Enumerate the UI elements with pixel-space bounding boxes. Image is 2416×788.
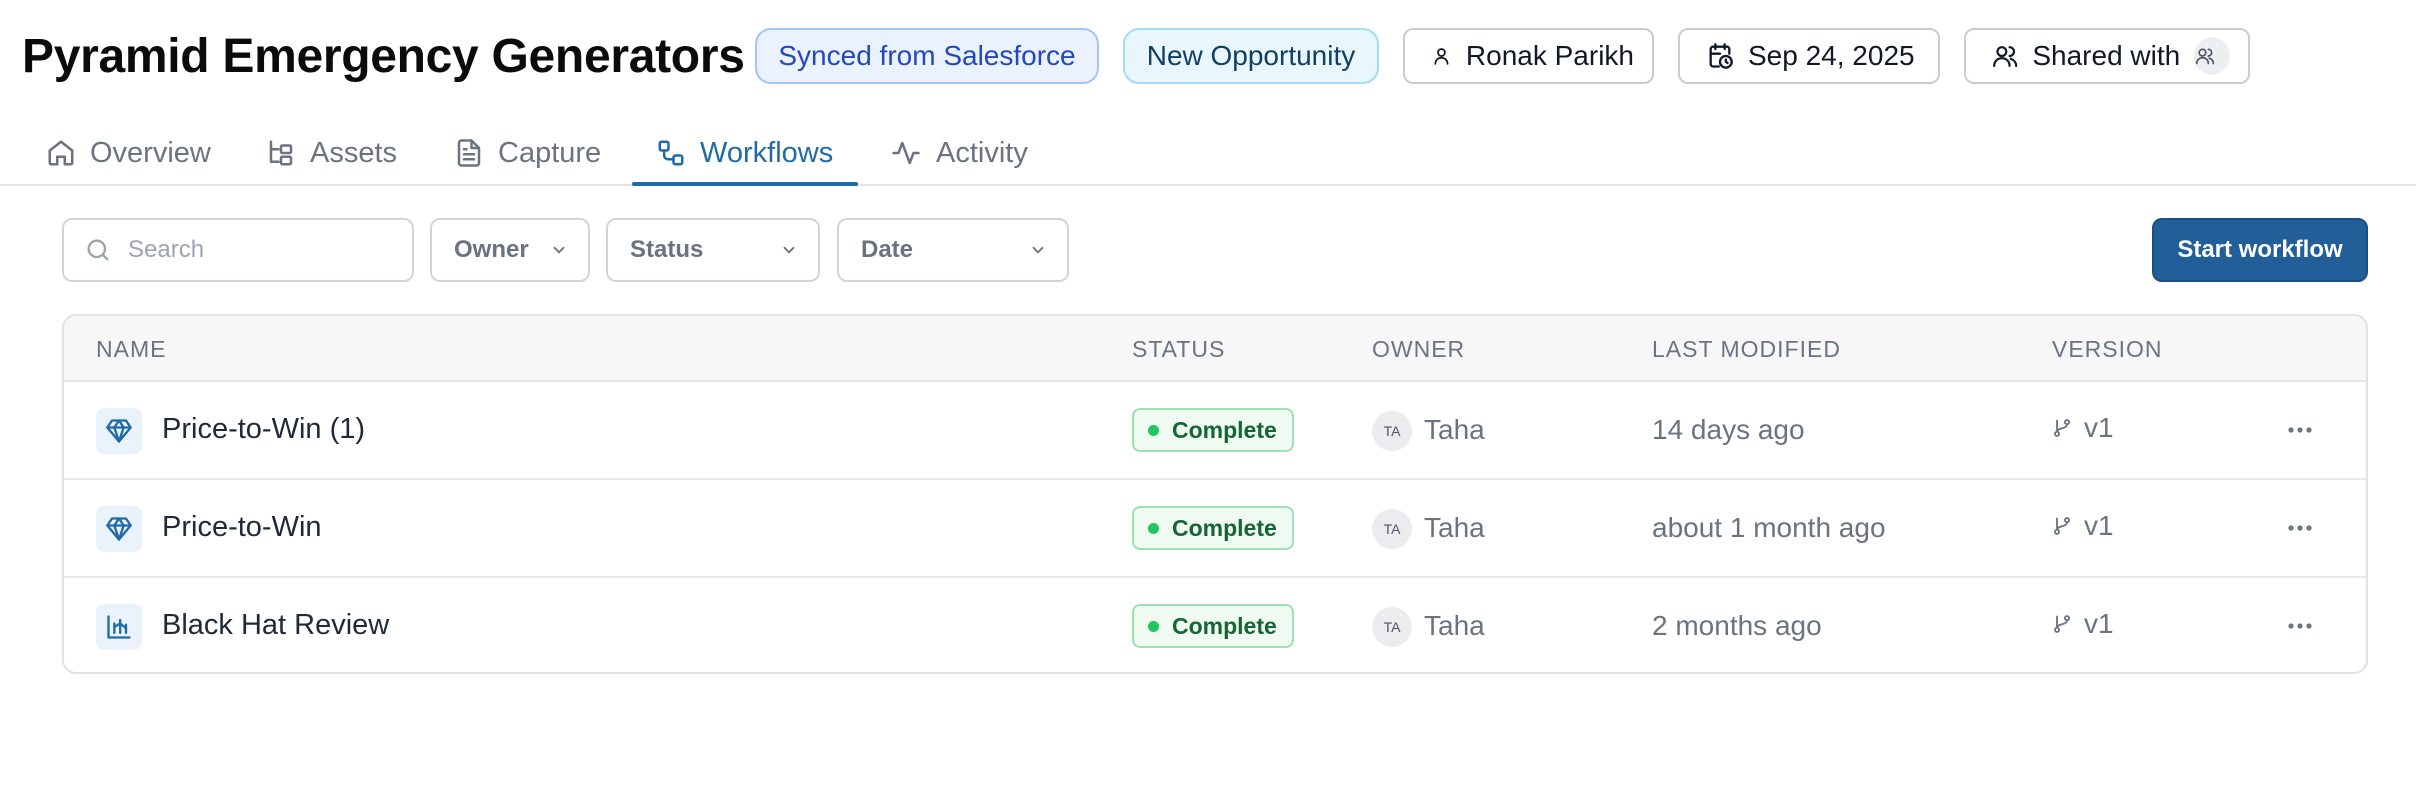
column-header-owner: OWNER — [1372, 336, 1466, 362]
more-options-button[interactable] — [2280, 510, 2320, 546]
table-row[interactable]: Black Hat Review Complete TA Taha 2 mont… — [64, 578, 2366, 672]
diamond-icon — [96, 506, 142, 552]
search-icon — [87, 239, 109, 261]
document-icon — [457, 139, 481, 167]
tab-label: Capture — [498, 136, 602, 169]
date-button[interactable]: Sep 24, 2025 — [1678, 28, 1940, 84]
tab-bar: Overview Assets Capture Workflows Activi… — [0, 120, 2416, 186]
git-branch-icon — [2054, 419, 2070, 437]
home-icon — [48, 140, 74, 166]
avatar: TA — [1372, 411, 1412, 451]
sync-badge: Synced from Salesforce — [755, 28, 1099, 84]
date-label: Sep 24, 2025 — [1748, 40, 1915, 71]
table-header: NAME STATUS OWNER LAST MODIFIED VERSION — [64, 316, 2366, 382]
owner-name: Taha — [1424, 610, 1485, 641]
table-row[interactable]: Price-to-Win (1) Complete TA Taha 14 day… — [64, 382, 2366, 480]
tree-icon — [269, 140, 293, 166]
chart-icon — [96, 604, 142, 650]
date-filter-dropdown[interactable]: Date — [837, 218, 1069, 282]
git-branch-icon — [2054, 517, 2070, 535]
version-cell: v1 — [2052, 412, 2114, 444]
stage-badge: New Opportunity — [1123, 28, 1379, 84]
owner-filter-label: Owner — [454, 236, 529, 263]
more-options-button[interactable] — [2280, 608, 2320, 644]
chevron-down-icon — [553, 246, 565, 254]
status-filter-label: Status — [630, 236, 704, 263]
owner-button[interactable]: Ronak Parikh — [1403, 28, 1654, 84]
page-title: Pyramid Emergency Generators — [22, 29, 745, 83]
version-label: v1 — [2084, 412, 2114, 443]
diamond-icon — [96, 408, 142, 454]
status-label: Complete — [1172, 416, 1277, 443]
status-dot — [1148, 522, 1159, 534]
column-header-name: NAME — [96, 336, 167, 362]
column-header-version: VERSION — [2052, 336, 2163, 362]
calendar-clock-icon — [1709, 43, 1733, 69]
ellipsis-icon — [2288, 623, 2312, 629]
tab-label: Activity — [936, 136, 1028, 169]
shared-with-label: Shared with — [2032, 40, 2181, 71]
workflow-name[interactable]: Price-to-Win (1) — [162, 413, 365, 446]
table-row[interactable]: Price-to-Win Complete TA Taha about 1 mo… — [64, 480, 2366, 578]
version-cell: v1 — [2052, 608, 2114, 640]
user-icon — [1434, 48, 1449, 65]
owner-name: Taha — [1424, 512, 1485, 543]
page-header: Pyramid Emergency Generators — [22, 26, 745, 86]
users-icon — [2195, 48, 2215, 65]
status-dot — [1148, 424, 1159, 436]
ellipsis-icon — [2288, 427, 2312, 433]
status-label: Complete — [1172, 514, 1277, 541]
owner-name-label: Ronak Parikh — [1465, 40, 1634, 71]
workflow-name[interactable]: Price-to-Win — [162, 511, 322, 544]
column-header-last-modified: LAST MODIFIED — [1652, 336, 1841, 362]
column-header-status: STATUS — [1132, 336, 1226, 362]
start-workflow-button[interactable]: Start workflow — [2152, 218, 2368, 282]
tab-overview[interactable]: Overview — [46, 120, 211, 186]
shared-avatar — [2194, 37, 2230, 75]
last-modified: 2 months ago — [1652, 610, 1822, 641]
tab-label: Assets — [310, 136, 398, 169]
status-badge: Complete — [1132, 604, 1294, 648]
git-branch-icon — [2054, 615, 2070, 633]
status-badge: Complete — [1132, 408, 1294, 452]
version-label: v1 — [2084, 608, 2114, 639]
last-modified: about 1 month ago — [1652, 512, 1886, 543]
activity-icon — [892, 141, 920, 165]
chevron-down-icon — [1032, 246, 1044, 254]
status-dot — [1148, 620, 1159, 632]
tab-capture[interactable]: Capture — [454, 120, 601, 186]
shared-with-button[interactable]: Shared with — [1964, 28, 2250, 84]
status-filter-dropdown[interactable]: Status — [606, 218, 820, 282]
ellipsis-icon — [2288, 525, 2312, 531]
workflow-icon — [658, 140, 684, 166]
last-modified: 14 days ago — [1652, 414, 1805, 445]
tab-label: Overview — [90, 136, 211, 169]
avatar: TA — [1372, 509, 1412, 549]
tab-workflows[interactable]: Workflows — [656, 120, 833, 186]
users-icon — [1993, 46, 2018, 67]
tab-label: Workflows — [700, 136, 834, 169]
workflows-table: NAME STATUS OWNER LAST MODIFIED VERSION … — [62, 314, 2368, 674]
chevron-down-icon — [783, 246, 795, 254]
tab-assets[interactable]: Assets — [266, 120, 397, 186]
active-tab-indicator — [632, 182, 858, 186]
status-label: Complete — [1172, 612, 1277, 639]
search-box[interactable] — [62, 218, 414, 282]
search-input[interactable] — [128, 236, 388, 264]
more-options-button[interactable] — [2280, 412, 2320, 448]
tab-activity[interactable]: Activity — [890, 120, 1028, 186]
status-badge: Complete — [1132, 506, 1294, 550]
version-cell: v1 — [2052, 510, 2114, 542]
version-label: v1 — [2084, 510, 2114, 541]
date-filter-label: Date — [861, 236, 914, 263]
owner-name: Taha — [1424, 414, 1485, 445]
workflow-name[interactable]: Black Hat Review — [162, 609, 389, 642]
owner-filter-dropdown[interactable]: Owner — [430, 218, 590, 282]
avatar: TA — [1372, 607, 1412, 647]
